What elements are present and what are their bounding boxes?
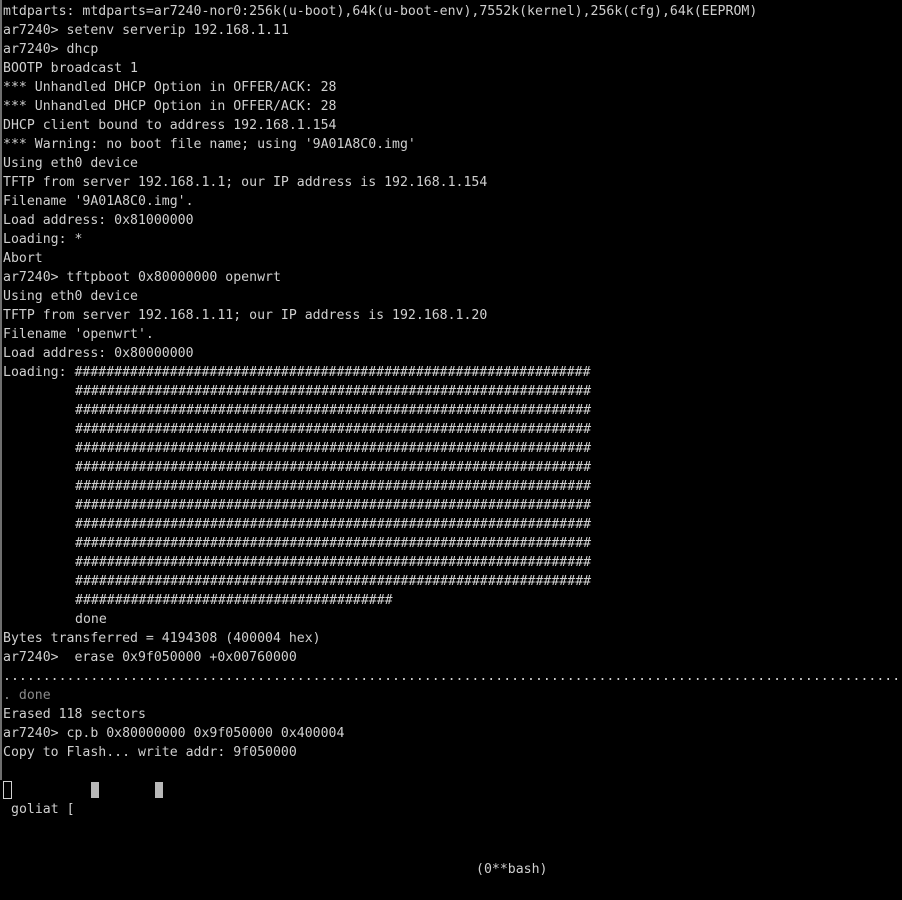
terminal-line: Using eth0 device (3, 289, 138, 304)
terminal-line: ar7240> cp.b 0x80000000 0x9f050000 0x400… (3, 726, 345, 741)
progress-line: done (75, 612, 107, 627)
terminal-line: Erased 118 sectors (3, 707, 146, 722)
terminal-line: ar7240> setenv serverip 192.168.1.11 (3, 23, 289, 38)
progress-line: ######################################## (75, 593, 393, 608)
progress-line: ########################################… (75, 555, 592, 570)
terminal-line: *** Warning: no boot file name; using '9… (3, 137, 416, 152)
terminal-line: mtdparts: mtdparts=ar7240-nor0:256k(u-bo… (3, 4, 758, 19)
progress-line: ########################################… (75, 422, 592, 437)
window-indicator[interactable]: (0**bash) (476, 860, 547, 880)
terminal-line: Loading: * (3, 232, 83, 247)
progress-line: ########################################… (75, 536, 592, 551)
terminal-line: ........................................… (3, 669, 901, 684)
terminal-line: *** Unhandled DHCP Option in OFFER/ACK: … (3, 99, 337, 114)
progress-line: ########################################… (75, 403, 592, 418)
terminal-line: Copy to Flash... write addr: 9f050000 (3, 745, 297, 760)
terminal-line: *** Unhandled DHCP Option in OFFER/ACK: … (3, 80, 337, 95)
progress-line: ########################################… (75, 479, 592, 494)
terminal-line: DHCP client bound to address 192.168.1.1… (3, 118, 337, 133)
terminal-line: ar7240> dhcp (3, 42, 99, 57)
terminal-line: BOOTP broadcast 1 (3, 61, 138, 76)
progress-line: ########################################… (75, 460, 592, 475)
terminal-line: Using eth0 device (3, 156, 138, 171)
terminal-line: TFTP from server 192.168.1.1; our IP add… (3, 175, 488, 190)
terminal-line: TFTP from server 192.168.1.11; our IP ad… (3, 308, 488, 323)
progress-line: ########################################… (75, 517, 592, 532)
progress-line: ########################################… (75, 384, 592, 399)
pane-border (0, 0, 2, 780)
terminal-line: ar7240> erase 0x9f050000 +0x00760000 (3, 650, 297, 665)
terminal-window[interactable]: mtdparts: mtdparts=ar7240-nor0:256k(u-bo… (0, 0, 902, 877)
tmux-status-bar: goliat [ (0**bash) (0, 780, 902, 877)
terminal-line: ar7240> tftpboot 0x80000000 openwrt (3, 270, 281, 285)
terminal-output: mtdparts: mtdparts=ar7240-nor0:256k(u-bo… (3, 2, 901, 800)
erase-progress-dots: . done (3, 688, 51, 703)
status-block-indicator (91, 782, 99, 798)
terminal-line: Bytes transferred = 4194308 (400004 hex) (3, 631, 321, 646)
session-name: goliat [ (11, 802, 75, 817)
status-block-indicator (155, 782, 163, 798)
terminal-line: Load address: 0x80000000 (3, 346, 194, 361)
terminal-line: Load address: 0x81000000 (3, 213, 194, 228)
terminal-line: Filename '9A01A8C0.img'. (3, 194, 194, 209)
terminal-line: Abort (3, 251, 43, 266)
progress-line: ########################################… (75, 441, 592, 456)
terminal-line: Filename 'openwrt'. (3, 327, 154, 342)
progress-line: ########################################… (75, 498, 592, 513)
terminal-line: Loading: ###############################… (3, 365, 591, 380)
progress-line: ########################################… (75, 574, 592, 589)
